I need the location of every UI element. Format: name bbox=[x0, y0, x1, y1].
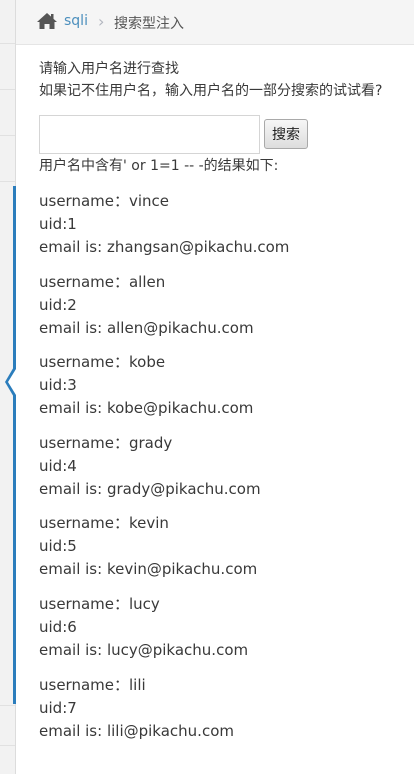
result-email: email is: lili@pikachu.com bbox=[39, 722, 234, 740]
result-uid: uid:3 bbox=[39, 376, 77, 394]
prompt-line-2: 如果记不住用户名，输入用户名的一部分搜索的试试看? bbox=[39, 83, 383, 99]
breadcrumb: sqli › 搜索型注入 bbox=[16, 0, 414, 45]
sidebar-active-indicator bbox=[13, 186, 16, 704]
result-uid: uid:4 bbox=[39, 457, 77, 475]
result-record: username：kevin uid:5 email is: kevin@pik… bbox=[39, 512, 257, 581]
result-username: username：grady bbox=[39, 434, 173, 452]
search-button[interactable]: 搜索 bbox=[264, 119, 308, 149]
sidebar-collapse-arrow-inner bbox=[8, 369, 16, 395]
home-icon[interactable] bbox=[36, 12, 58, 34]
result-caption: 用户名中含有' or 1=1 -- -的结果如下: bbox=[39, 158, 279, 174]
result-username: username：vince bbox=[39, 192, 170, 210]
result-record: username：grady uid:4 email is: grady@pik… bbox=[39, 432, 261, 501]
sidebar bbox=[0, 0, 16, 774]
sidebar-divider bbox=[0, 89, 15, 90]
result-uid: uid:5 bbox=[39, 537, 77, 555]
result-email: email is: allen@pikachu.com bbox=[39, 319, 254, 337]
result-email: email is: zhangsan@pikachu.com bbox=[39, 238, 290, 256]
search-input[interactable] bbox=[39, 115, 260, 154]
chevron-right-icon: › bbox=[98, 12, 105, 31]
result-uid: uid:7 bbox=[39, 699, 77, 717]
result-username: username：lili bbox=[39, 676, 146, 694]
sidebar-divider bbox=[0, 181, 15, 182]
result-username: username：allen bbox=[39, 273, 166, 291]
sidebar-divider bbox=[0, 43, 15, 44]
breadcrumb-link-sqli[interactable]: sqli bbox=[64, 13, 88, 29]
result-record: username：lili uid:7 email is: lili@pikac… bbox=[39, 674, 234, 743]
breadcrumb-current: 搜索型注入 bbox=[114, 16, 184, 32]
result-username: username：lucy bbox=[39, 595, 160, 613]
result-email: email is: grady@pikachu.com bbox=[39, 480, 261, 498]
sidebar-divider bbox=[0, 745, 15, 746]
sidebar-divider bbox=[0, 135, 15, 136]
result-record: username：lucy uid:6 email is: lucy@pikac… bbox=[39, 593, 248, 662]
result-uid: uid:2 bbox=[39, 296, 77, 314]
result-uid: uid:1 bbox=[39, 215, 77, 233]
result-email: email is: lucy@pikachu.com bbox=[39, 641, 249, 659]
sidebar-divider bbox=[0, 705, 15, 706]
result-username: username：kevin bbox=[39, 514, 169, 532]
result-email: email is: kevin@pikachu.com bbox=[39, 560, 258, 578]
prompt-line-1: 请输入用户名进行查找 bbox=[39, 61, 179, 77]
search-prompt: 请输入用户名进行查找 如果记不住用户名，输入用户名的一部分搜索的试试看? bbox=[39, 58, 414, 102]
result-record: username：allen uid:2 email is: allen@pik… bbox=[39, 271, 254, 340]
result-uid: uid:6 bbox=[39, 618, 77, 636]
result-record: username：vince uid:1 email is: zhangsan@… bbox=[39, 190, 289, 259]
result-record: username：kobe uid:3 email is: kobe@pikac… bbox=[39, 351, 253, 420]
result-username: username：kobe bbox=[39, 353, 166, 371]
result-email: email is: kobe@pikachu.com bbox=[39, 399, 254, 417]
